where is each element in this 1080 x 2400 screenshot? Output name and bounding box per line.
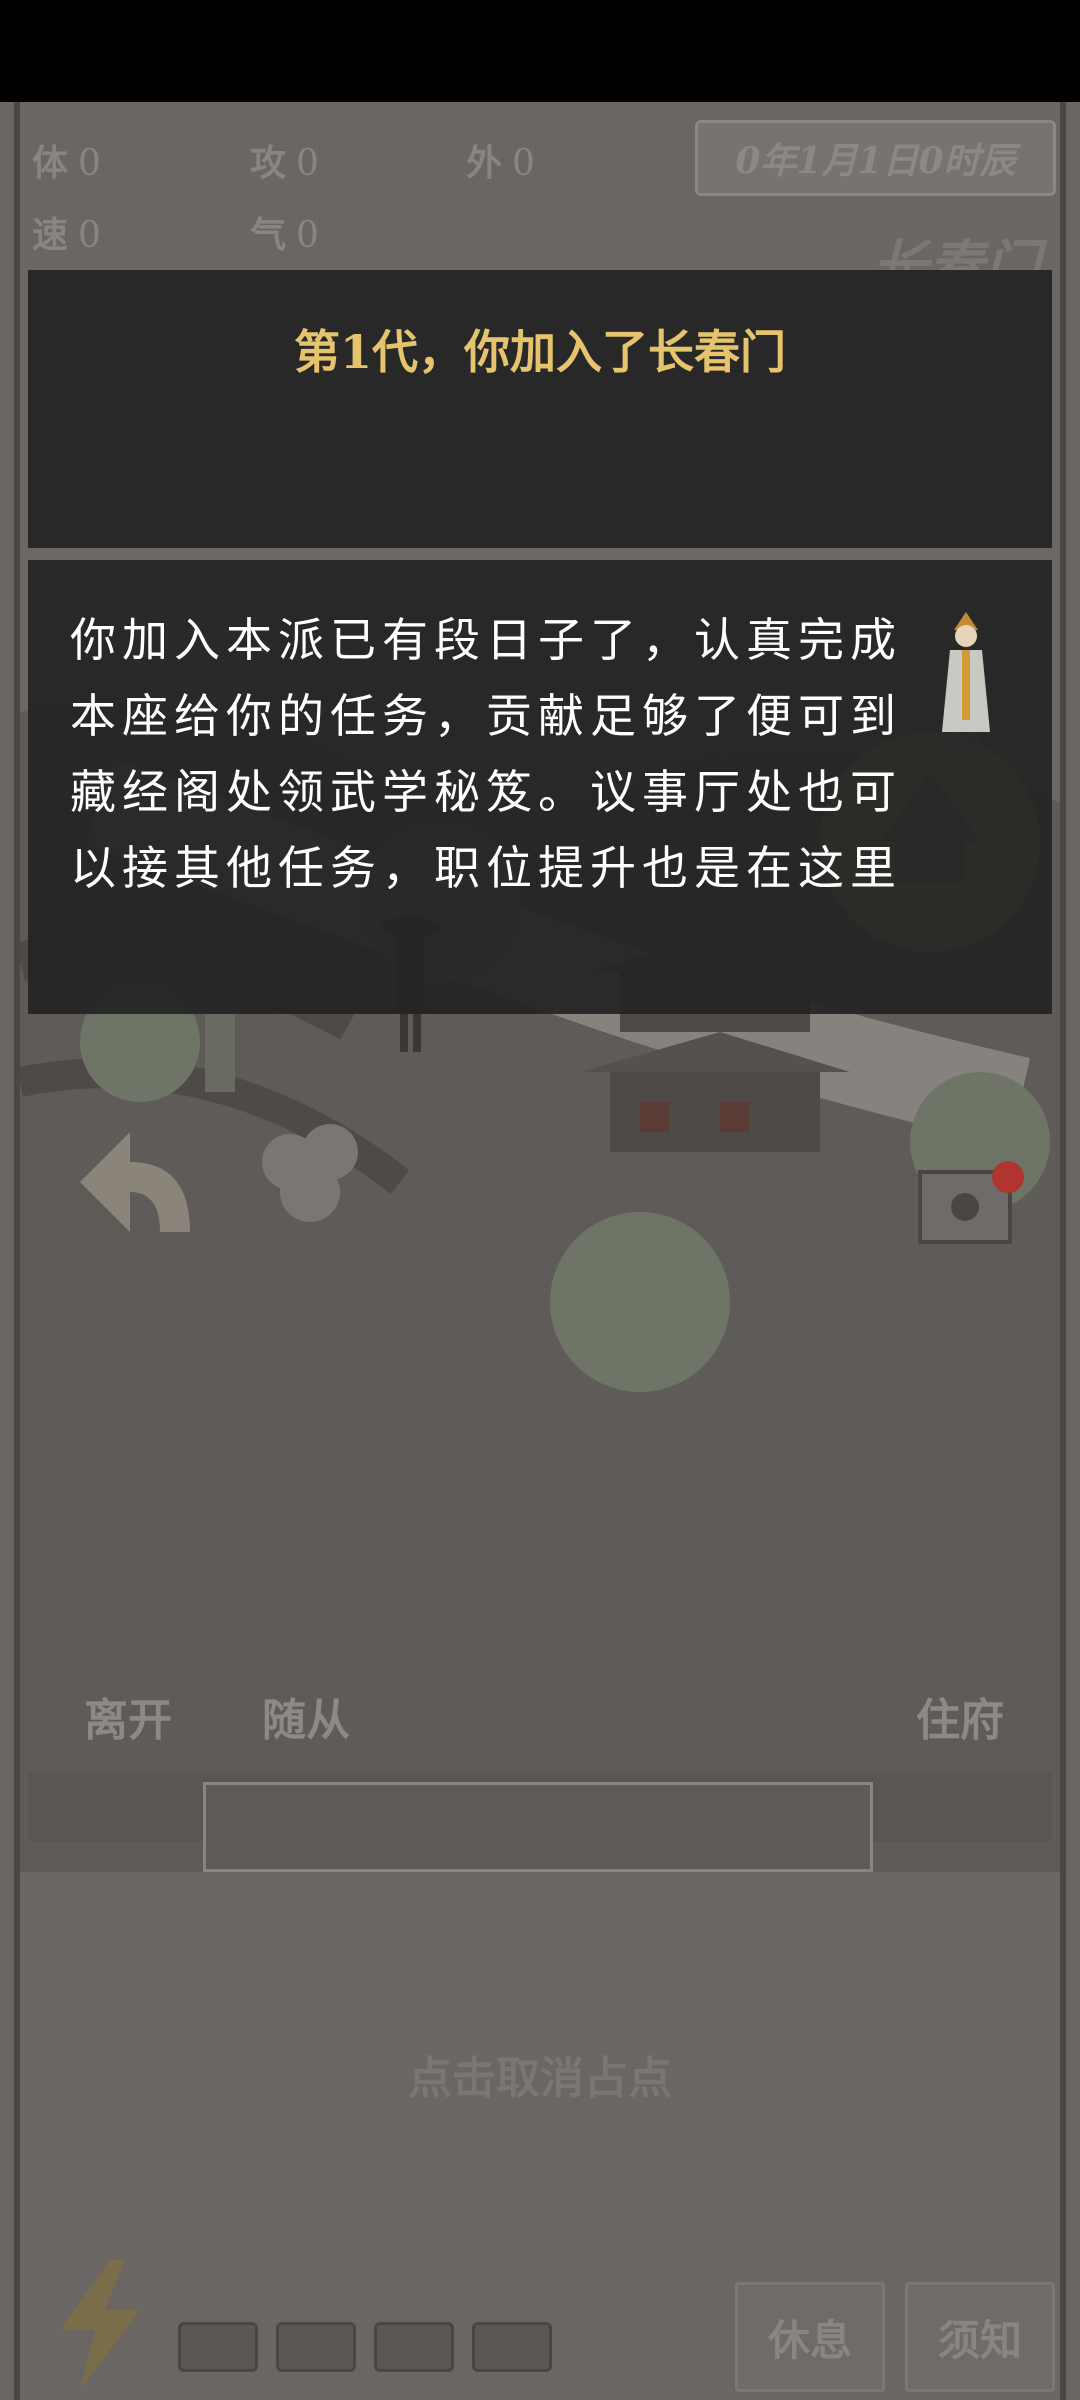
stat-speed: 速0 bbox=[32, 214, 101, 256]
game-screen[interactable]: 体0 攻0 外0 速0 气0 0年1月1日0时辰 长春门 第1代，你加入了长春门… bbox=[0, 102, 1080, 2400]
energy-slot bbox=[472, 2322, 552, 2372]
stat-qi: 气0 bbox=[250, 214, 319, 256]
residence-building[interactable] bbox=[918, 1161, 1024, 1244]
dialog-title: 第1代，你加入了长春门 bbox=[293, 325, 786, 379]
dialog-panel[interactable]: 你加入本派已有段日子了，认真完成本座给你的任务，贡献足够了便可到藏经阁处领武学秘… bbox=[28, 560, 1052, 1014]
leave-button[interactable]: 离开 bbox=[84, 1684, 172, 1748]
location-name-box bbox=[203, 1782, 873, 1872]
energy-slot bbox=[276, 2322, 356, 2372]
cancel-occupy-hint[interactable]: 点击取消占点 bbox=[0, 2042, 1080, 2106]
notice-button[interactable]: 须知 bbox=[905, 2282, 1055, 2392]
energy-lightning-icon bbox=[60, 2260, 140, 2390]
stat-external: 外0 bbox=[466, 142, 535, 184]
dialog-title-panel: 第1代，你加入了长春门 bbox=[28, 270, 1052, 548]
energy-slot bbox=[374, 2322, 454, 2372]
residence-button[interactable]: 住府 bbox=[916, 1684, 1004, 1748]
rest-button[interactable]: 休息 bbox=[735, 2282, 885, 2392]
npc-portrait-icon bbox=[942, 612, 990, 754]
dialog-separator bbox=[28, 548, 1052, 560]
game-date: 0年1月1日0时辰 bbox=[695, 120, 1056, 196]
stat-attack: 攻0 bbox=[250, 142, 319, 184]
dialog-body: 你加入本派已有段日子了，认真完成本座给你的任务，贡献足够了便可到藏经阁处领武学秘… bbox=[70, 613, 902, 895]
followers-button[interactable]: 随从 bbox=[262, 1684, 350, 1748]
energy-slot bbox=[178, 2322, 258, 2372]
notification-dot bbox=[992, 1161, 1024, 1193]
status-bar bbox=[0, 0, 1080, 102]
stat-body: 体0 bbox=[32, 142, 101, 184]
